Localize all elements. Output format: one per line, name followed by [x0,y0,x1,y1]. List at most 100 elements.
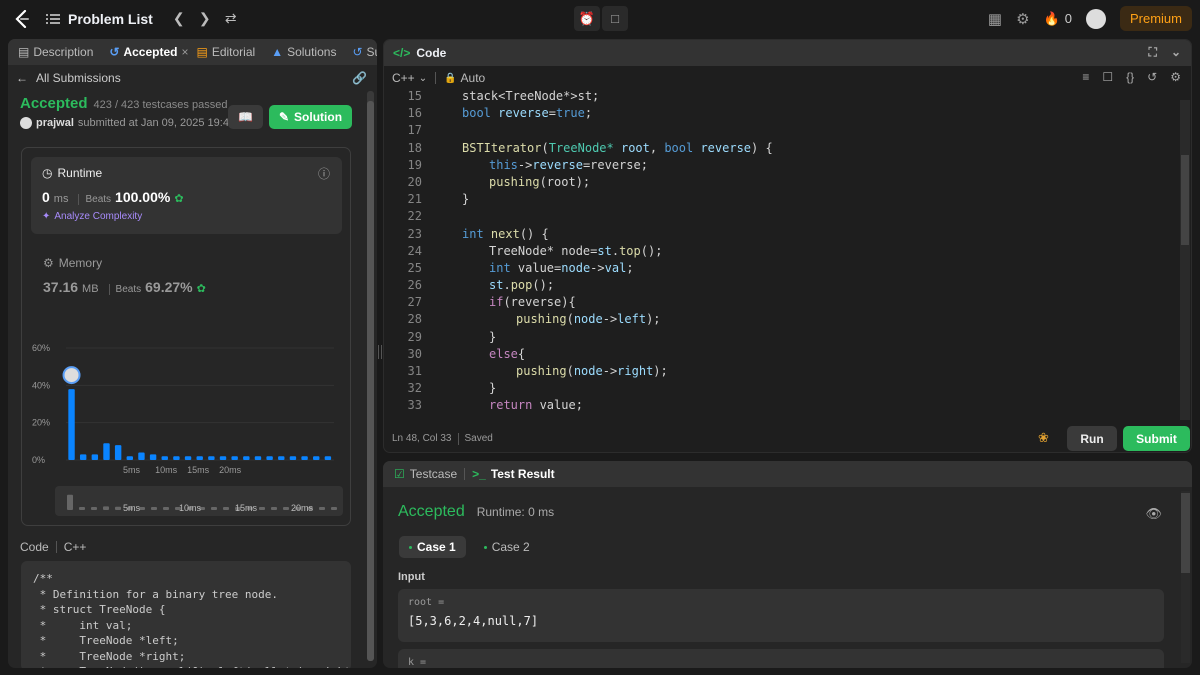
tab-solutions[interactable]: ▲ Solutions [271,45,336,59]
leetcode-logo-icon[interactable] [12,8,32,30]
run-button[interactable]: Run [1067,426,1117,451]
tab-description[interactable]: ▤ Description [18,45,93,59]
scroll-thumb[interactable] [367,101,374,661]
edit-icon: ✎ [278,110,290,124]
code-brackets-icon: </> [393,46,411,60]
note-icon[interactable]: □ [602,6,628,31]
fullscreen-icon[interactable]: ⛶ [1149,45,1157,60]
bottom-scrollbar[interactable] [1181,491,1190,663]
memory-card[interactable]: ⚙ Memory 37.16 MB Beats 69.27% ✿ [43,256,206,295]
chart-bar [208,456,215,460]
navigator-bar [115,506,121,510]
code-line[interactable]: 18 BSTIterator(TreeNode* root, bool rever… [384,140,1179,157]
chart-bar [103,443,110,460]
alarm-icon[interactable]: ⏰ [574,6,600,31]
prev-problem-icon[interactable]: ❮ [167,7,191,31]
submitted-code[interactable]: /** * Definition for a binary tree node.… [21,561,351,668]
code-line[interactable]: 17 [384,122,1179,139]
code-line[interactable]: 23 int next() { [384,226,1179,243]
x-tick-label: 5ms [123,465,141,475]
code-lines[interactable]: 15 stack<TreeNode*>st; 16 bool reverse=true… [384,88,1179,417]
input-k[interactable]: k = [398,649,1164,668]
reset-icon[interactable]: ↺ [1147,70,1157,84]
case-tab-2[interactable]: Case 2 [474,536,540,558]
collapse-icon[interactable]: ⌄ [1171,45,1181,60]
input-root[interactable]: root = [5,3,6,2,4,null,7] [398,589,1164,642]
solution-button[interactable]: ✎ Solution [269,105,352,129]
panel-resize-handle[interactable] [378,345,382,359]
tab-editorial[interactable]: ▤ Editorial [196,45,255,59]
editorial-book-button[interactable]: 📖 [228,105,263,129]
chart-bar [313,456,320,460]
settings-icon[interactable]: ⚙ [1170,70,1181,84]
code-line[interactable]: 33 return value; [384,397,1179,414]
memory-values: 37.16 MB Beats 69.27% ✿ [43,279,206,295]
code-line[interactable]: 32} [384,380,1179,397]
chart-navigator[interactable]: 5ms 10ms 15ms 20ms [55,486,343,516]
code-line[interactable]: 27 if(reverse){ [384,294,1179,311]
chart-bar [301,456,308,460]
code-line[interactable]: 16 bool reverse=true; [384,105,1179,122]
share-link-icon[interactable]: 🔗 [352,71,367,85]
info-icon[interactable]: ⓘ [318,165,330,182]
bookmark-icon[interactable]: ☐ [1102,70,1113,84]
language-select[interactable]: C++ ⌄ [392,71,427,85]
left-scrollbar[interactable] [367,91,374,661]
tab-accepted[interactable]: ↺ Accepted × [109,45,188,59]
chart-bar [149,454,157,460]
tab-testcase[interactable]: ☑ Testcase [394,467,457,481]
code-line[interactable]: 20 pushing(root); [384,174,1179,191]
code-line[interactable]: 28 pushing(node->left); [384,311,1179,328]
runtime-values: 0 ms Beats 100.00% ✿ [42,189,331,205]
format-icon[interactable]: ≡ [1082,70,1089,84]
next-problem-icon[interactable]: ❯ [193,7,217,31]
code-line[interactable]: 19 this->reverse=reverse; [384,157,1179,174]
scroll-thumb[interactable] [1181,493,1190,573]
line-text: int next() { [462,226,549,241]
line-number: 25 [407,260,422,275]
code-line[interactable]: 15 stack<TreeNode*>st; [384,88,1179,105]
autocomplete-mode[interactable]: 🔒 Auto [444,71,485,85]
line-text: this->reverse=reverse; [489,157,648,172]
code-line[interactable]: 21} [384,191,1179,208]
runtime-card[interactable]: ◷ Runtime ⓘ 0 ms Beats 100.00% ✿ ✦ Analy… [31,157,342,234]
line-text: bool reverse=true; [462,106,593,121]
streak-counter[interactable]: 🔥 0 [1044,11,1072,27]
problem-list-button[interactable]: Problem List [46,11,153,27]
runtime-distribution-chart[interactable]: 60% 40% 20% 0% 5ms 10ms 15ms 20ms [32,336,344,478]
case-tab-1[interactable]: Case 1 [399,536,466,558]
eye-icon[interactable]: 👁 [1145,506,1162,522]
analyze-complexity-link[interactable]: ✦ Analyze Complexity [42,211,331,222]
tab-submissions[interactable]: ↺Su [352,45,377,59]
scroll-thumb[interactable] [1181,155,1189,245]
code-line[interactable]: 30 else{ [384,346,1179,363]
divider [55,541,57,553]
premium-button[interactable]: Premium [1119,6,1192,31]
code-line[interactable]: 22 [384,208,1179,225]
braces-icon[interactable]: {} [1126,70,1134,84]
chart-bar [68,389,75,460]
layout-grid-icon[interactable]: ▦ [988,10,1002,28]
code-line[interactable]: 29} [384,329,1179,346]
pass-dot [409,545,412,549]
code-language: C++ [63,540,87,554]
beats-label: Beats [78,194,111,205]
code-line[interactable]: 26 st.pop(); [384,277,1179,294]
code-line[interactable]: 31 pushing(node->right); [384,363,1179,380]
code-line[interactable]: 25 int value=node->val; [384,260,1179,277]
user-avatar[interactable] [1085,8,1106,29]
line-text [422,208,462,225]
all-submissions-link[interactable]: ← All Submissions 🔗 [8,65,377,91]
username[interactable]: prajwal [36,117,74,129]
submit-button[interactable]: Submit [1123,426,1190,451]
tab-test-result[interactable]: >_ Test Result [472,467,554,481]
editor-scrollbar[interactable] [1180,100,1190,420]
settings-gear-icon[interactable]: ⚙ [1016,10,1029,28]
close-tab-icon[interactable]: × [181,45,188,59]
line-text: } [489,381,497,396]
debugger-icon[interactable]: ❀ [1038,430,1049,446]
runtime-unit: ms [53,193,69,205]
chart-bar [79,454,87,460]
code-line[interactable]: 24 TreeNode* node=st.top(); [384,243,1179,260]
shuffle-icon[interactable]: ⇄ [219,7,243,31]
